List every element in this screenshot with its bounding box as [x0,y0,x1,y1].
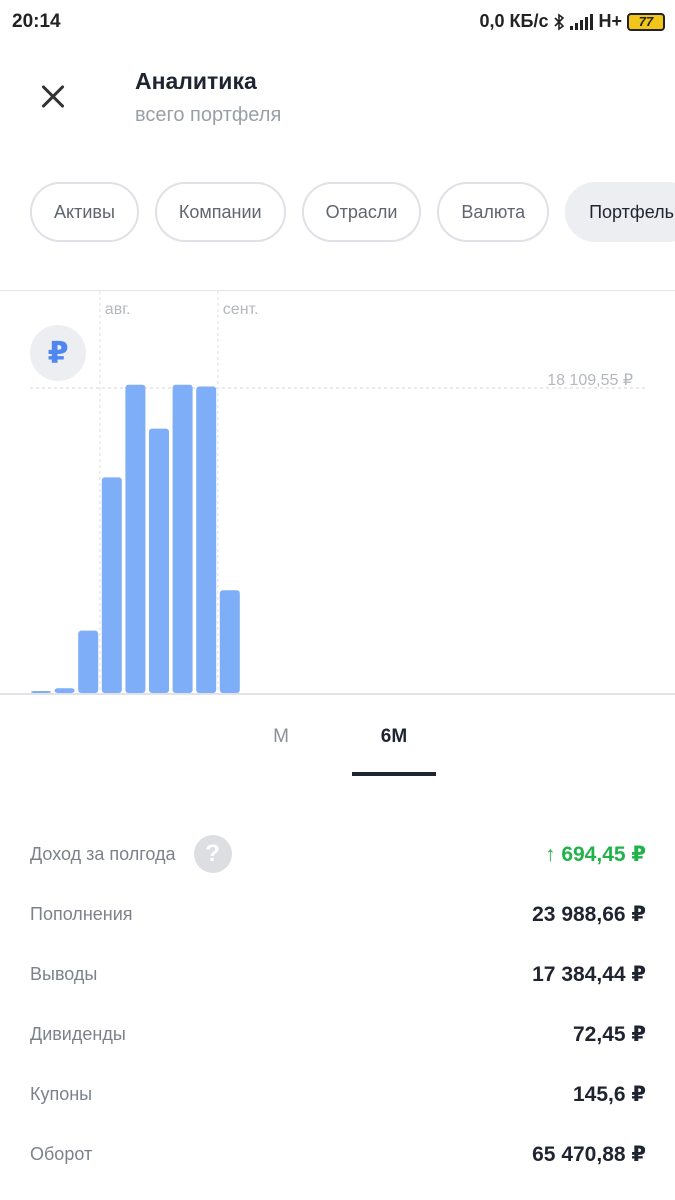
stat-label: Дивиденды [30,1023,126,1044]
currency-toggle[interactable]: ₽ [30,325,86,381]
chart-bar[interactable] [31,691,51,693]
chip-currency[interactable]: Валюта [437,182,550,242]
stat-row-deposits: Пополнения 23 988,66 ₽ [30,884,646,944]
chart-bar[interactable] [172,384,193,693]
status-time: 20:14 [12,11,61,32]
bluetooth-icon [554,12,565,31]
chart-bar[interactable] [54,688,75,693]
stat-label: Оборот [30,1143,93,1164]
page-subtitle: всего портфеля [135,104,282,126]
chart-bar[interactable] [219,590,240,693]
status-bar: 20:14 0,0 КБ/с H+ 77 [0,0,675,44]
chart-bar[interactable] [78,630,99,693]
battery-icon: 77 [627,12,665,31]
month-label: авг. [105,301,131,318]
period-tabs: М 6М [0,712,675,778]
tab-6-months[interactable]: 6М [352,712,436,776]
status-icons: 0,0 КБ/с H+ 77 [480,11,665,32]
help-icon[interactable]: ? [193,835,232,873]
network-speed: 0,0 КБ/с [479,11,549,31]
max-value-label: 18 109,55 ₽ [547,372,633,389]
chart-bar[interactable] [101,477,122,693]
stat-value: 23 988,66 ₽ [532,902,646,926]
stat-label: Купоны [30,1083,93,1104]
stat-row-dividends: Дивиденды 72,45 ₽ [30,1004,646,1064]
stat-row-turnover: Оборот 65 470,88 ₽ [30,1124,646,1184]
tab-month[interactable]: М [239,712,323,776]
chip-companies[interactable]: Компании [154,182,286,242]
category-chips: Активы Компании Отрасли Валюта Портфель [30,182,675,242]
stat-value: 65 470,88 ₽ [532,1142,646,1166]
header: Аналитика всего портфеля [0,44,675,154]
stat-value: ↑ 694,45 ₽ [544,842,646,866]
chart-bar[interactable] [125,384,146,693]
stat-value: 17 384,44 ₽ [532,962,646,986]
stat-row-coupons: Купоны 145,6 ₽ [30,1064,646,1124]
bar-chart: 18 109,55 ₽ авг. сент. [0,291,675,695]
stats-list: Доход за полгода ? ↑ 694,45 ₽ Пополнения… [30,824,646,1184]
close-icon[interactable] [30,74,76,120]
stat-value: 145,6 ₽ [573,1082,646,1106]
stat-label: Доход за полгода [30,843,176,864]
chip-sectors[interactable]: Отрасли [301,182,422,242]
ruble-icon: ₽ [47,336,69,370]
chart-bar[interactable] [149,428,169,693]
chip-portfolio[interactable]: Портфель [565,182,675,242]
stat-label: Пополнения [30,903,133,924]
network-type: H+ [598,11,622,31]
portfolio-chart: 18 109,55 ₽ авг. сент. ₽ [0,290,675,695]
stat-value: 72,45 ₽ [573,1022,646,1046]
month-label: сент. [223,301,259,318]
stat-row-income: Доход за полгода ? ↑ 694,45 ₽ [30,824,646,884]
stat-row-withdrawals: Выводы 17 384,44 ₽ [30,944,646,1004]
stat-label: Выводы [30,963,98,984]
page-title: Аналитика [135,68,257,94]
chip-assets[interactable]: Активы [30,182,139,242]
signal-icon [570,13,594,30]
chart-bar[interactable] [196,386,217,693]
